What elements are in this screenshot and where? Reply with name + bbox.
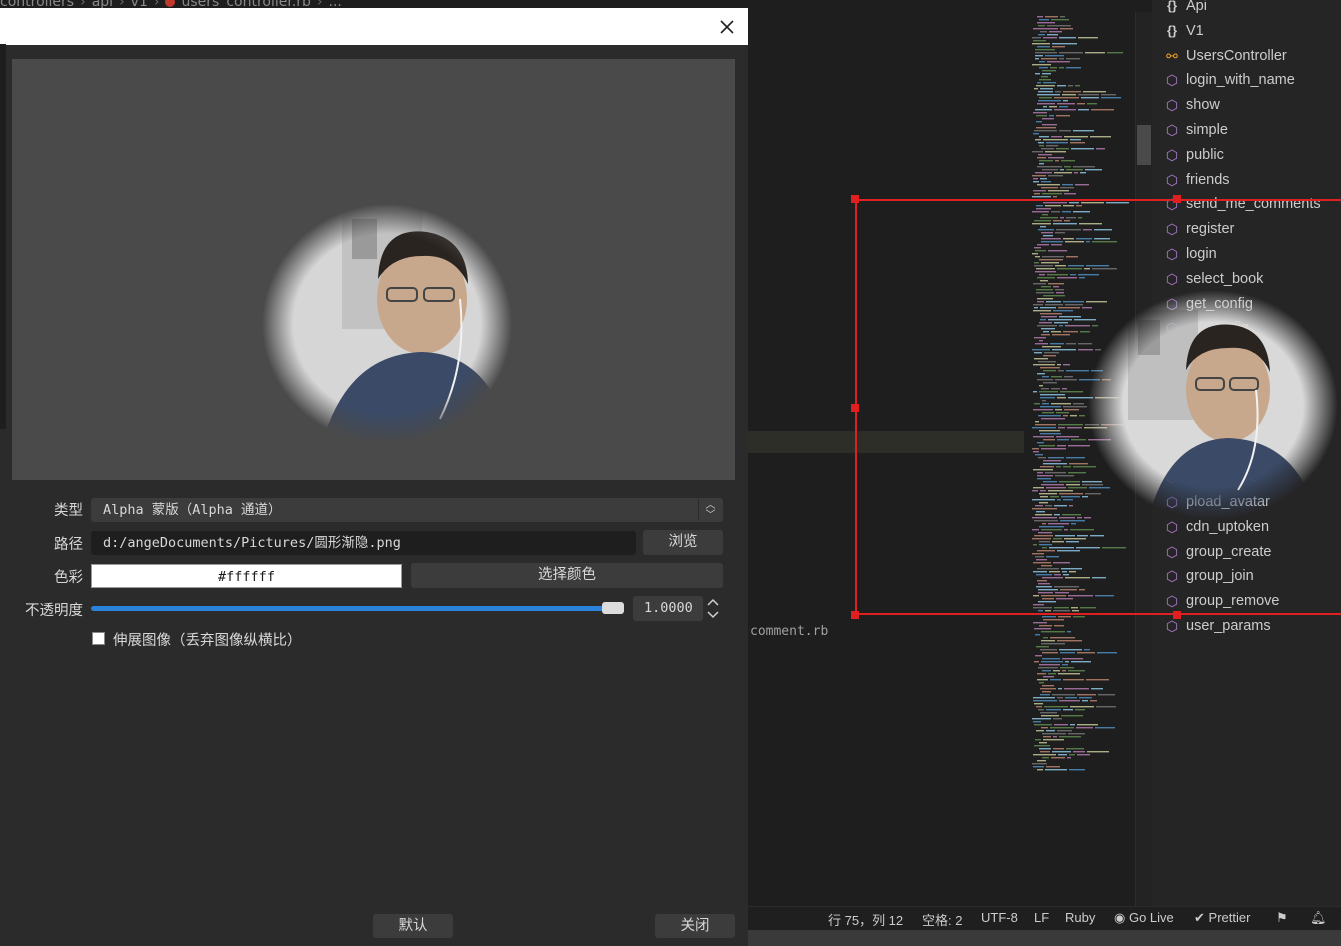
outline-item-label: UsersController xyxy=(1186,47,1287,64)
resize-handle[interactable] xyxy=(851,404,859,412)
color-swatch[interactable]: #ffffff xyxy=(91,564,402,588)
outline-item-label: V1 xyxy=(1186,22,1204,39)
outline-item-label: user_params xyxy=(1186,618,1271,634)
outline-item[interactable]: ⬡ public xyxy=(1166,143,1224,167)
outline-item[interactable]: ⬡ show xyxy=(1166,93,1220,117)
filter-preview xyxy=(12,59,735,480)
opacity-label: 不透明度 xyxy=(25,603,83,619)
bell-icon[interactable]: 🔔︎ xyxy=(1310,910,1327,926)
path-input[interactable]: d:/angeDocuments/Pictures/圆形渐隐.png xyxy=(91,531,636,555)
dialog-edge xyxy=(0,44,6,429)
go-live-button[interactable]: ◉ Go Live xyxy=(1114,910,1174,926)
scrollbar-thumb[interactable] xyxy=(1137,125,1151,165)
type-select-value: Alpha 蒙版（Alpha 通道） xyxy=(103,502,282,518)
ruby-file-icon xyxy=(165,0,176,7)
outline-item-label: simple xyxy=(1186,122,1228,138)
type-label: 类型 xyxy=(54,503,83,519)
line-ending-setting[interactable]: LF xyxy=(1034,910,1049,925)
close-button[interactable]: 关闭 xyxy=(655,914,735,938)
select-chevron-icon: ︿ ﹀ xyxy=(698,499,722,521)
outline-item-label: login_with_name xyxy=(1186,72,1295,89)
indentation-setting[interactable]: 空格: 2 xyxy=(922,910,962,929)
select-color-button[interactable]: 选择颜色 xyxy=(411,563,723,588)
outline-item[interactable]: {} Api xyxy=(1167,0,1207,18)
double-check-icon: ✔ xyxy=(1194,910,1205,925)
code-text[interactable]: comment.rb xyxy=(750,624,828,639)
outline-item[interactable]: ⬡ simple xyxy=(1166,118,1228,142)
prettier-label: Prettier xyxy=(1208,910,1251,925)
resize-handle[interactable] xyxy=(1173,611,1181,619)
method-cube-icon: ⬡ xyxy=(1165,122,1179,138)
dialog-titlebar xyxy=(0,8,748,45)
opacity-slider-track[interactable] xyxy=(91,606,621,611)
broadcast-icon: ◉ xyxy=(1114,910,1126,925)
opacity-value: 1.0000 xyxy=(644,600,693,616)
resize-handle[interactable] xyxy=(851,195,859,203)
outline-item-label: show xyxy=(1186,97,1220,114)
opacity-slider-thumb[interactable] xyxy=(602,602,624,614)
masked-webcam-preview xyxy=(262,204,512,444)
go-live-label: Go Live xyxy=(1128,910,1174,925)
cursor-position[interactable]: 行 75，列 12 xyxy=(828,910,903,929)
encoding-setting[interactable]: UTF-8 xyxy=(981,910,1018,925)
spin-up-icon[interactable] xyxy=(706,597,720,607)
namespace-braces-icon: {} xyxy=(1166,0,1178,13)
path-input-value: d:/angeDocuments/Pictures/圆形渐隐.png xyxy=(103,535,401,551)
resize-handle[interactable] xyxy=(851,611,859,619)
outline-item[interactable]: ⬡ friends xyxy=(1166,168,1230,192)
class-icon: ⚯ xyxy=(1166,47,1178,64)
close-icon[interactable] xyxy=(716,16,738,38)
type-select[interactable]: Alpha 蒙版（Alpha 通道） ︿ ﹀ xyxy=(91,498,723,522)
prettier-button[interactable]: ✔ Prettier xyxy=(1194,910,1250,926)
stretch-image-checkbox[interactable] xyxy=(92,632,105,645)
method-cube-icon: ⬡ xyxy=(1165,146,1179,163)
stretch-image-label[interactable]: 伸展图像（丢弃图像纵横比） xyxy=(113,629,302,650)
language-mode[interactable]: Ruby xyxy=(1065,910,1095,925)
opacity-spinbox[interactable]: 1.0000 xyxy=(633,596,703,621)
method-cube-icon: ⬡ xyxy=(1165,72,1179,89)
namespace-braces-icon: {} xyxy=(1166,22,1178,38)
color-label: 色彩 xyxy=(54,570,83,586)
resize-handle[interactable] xyxy=(1173,195,1181,203)
method-cube-icon: ⬡ xyxy=(1165,97,1179,114)
feedback-icon[interactable]: ⚑ xyxy=(1276,910,1288,926)
outline-item-label: Api xyxy=(1186,0,1207,14)
outline-item[interactable]: ⬡ user_params xyxy=(1166,614,1271,638)
outline-item-label: friends xyxy=(1186,171,1230,188)
path-label: 路径 xyxy=(54,537,83,553)
taskbar-strip xyxy=(748,930,1341,946)
browse-button[interactable]: 浏览 xyxy=(643,530,723,555)
method-cube-icon: ⬡ xyxy=(1165,171,1179,188)
status-bar: 行 75，列 12 空格: 2 UTF-8 LF Ruby ◉ Go Live … xyxy=(748,906,1341,931)
outline-item[interactable]: {} V1 xyxy=(1167,19,1204,43)
default-button[interactable]: 默认 xyxy=(373,914,453,938)
spin-down-icon[interactable] xyxy=(706,610,720,620)
outline-item-label: public xyxy=(1186,146,1224,163)
webcam-overlay-image[interactable] xyxy=(1088,290,1338,520)
outline-item[interactable]: ⬡ login_with_name xyxy=(1166,68,1295,92)
image-mask-filter-dialog: 类型 Alpha 蒙版（Alpha 通道） ︿ ﹀ 路径 d:/angeDocum… xyxy=(0,8,748,946)
outline-item[interactable]: ⚯ UsersController xyxy=(1166,44,1287,68)
